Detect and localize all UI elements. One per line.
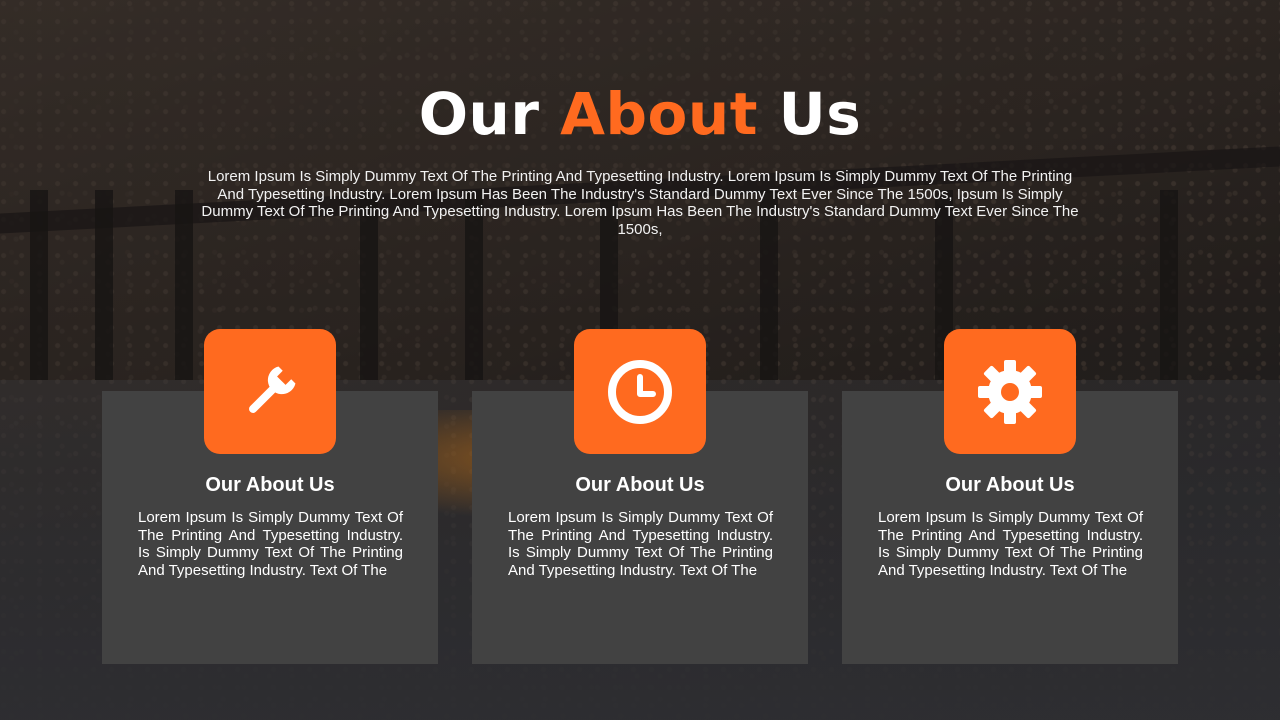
intro-paragraph: Lorem Ipsum Is Simply Dummy Text Of The … xyxy=(201,168,1079,238)
card-text: Lorem Ipsum Is Simply Dummy Text Of The … xyxy=(508,509,773,579)
card-title: Our About Us xyxy=(945,474,1075,496)
gear-icon xyxy=(978,359,1042,424)
card-text: Lorem Ipsum Is Simply Dummy Text Of The … xyxy=(138,509,403,579)
card-icon-box-2 xyxy=(574,329,706,454)
title-part-1: Our xyxy=(418,80,561,148)
card-icon-box-1 xyxy=(204,329,336,454)
card-title: Our About Us xyxy=(575,474,705,496)
wrench-icon xyxy=(249,366,296,413)
card-text: Lorem Ipsum Is Simply Dummy Text Of The … xyxy=(878,509,1143,579)
title-part-2: Us xyxy=(757,80,862,148)
card-icon-box-3 xyxy=(944,329,1076,454)
clock-icon xyxy=(608,359,672,424)
slide-title: Our About Us xyxy=(0,80,1280,148)
card-title: Our About Us xyxy=(205,474,335,496)
title-accent: About xyxy=(560,80,758,148)
